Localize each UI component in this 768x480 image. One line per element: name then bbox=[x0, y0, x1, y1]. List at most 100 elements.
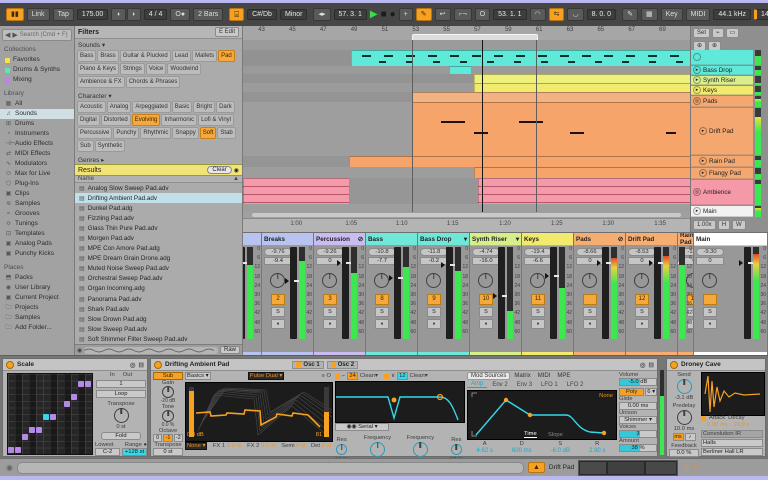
osc1-tab[interactable]: Osc 1 bbox=[292, 360, 324, 369]
track-name[interactable]: Flangy Pad bbox=[709, 170, 741, 177]
track-name[interactable]: Rain Pad bbox=[709, 158, 735, 165]
f2-freq-knob[interactable] bbox=[412, 442, 428, 457]
track-menu-icon[interactable]: ⊘ bbox=[358, 236, 363, 243]
fader-handle[interactable] bbox=[493, 293, 509, 299]
mod-top-tab[interactable]: Matrix bbox=[511, 373, 533, 379]
automation-arm-button[interactable]: ◠ bbox=[529, 8, 546, 21]
track-lane[interactable] bbox=[243, 40, 690, 50]
fader-handle[interactable] bbox=[441, 261, 457, 268]
pan-knob[interactable] bbox=[582, 273, 597, 288]
library-item[interactable]: ≋ Samples bbox=[0, 199, 74, 209]
volume-fader[interactable] bbox=[389, 247, 405, 339]
result-item[interactable]: ▤ Analog Slow Sweep Pad.adv bbox=[75, 183, 242, 193]
transpose-value[interactable]: 0 st bbox=[95, 424, 147, 430]
octave-minus1-button[interactable]: -1 bbox=[163, 434, 173, 442]
mod-sub-tab[interactable]: LFO 2 bbox=[563, 382, 588, 388]
sub-button[interactable]: Sub bbox=[153, 372, 183, 380]
place-item[interactable]: ◉ User Library bbox=[0, 283, 74, 293]
result-item[interactable]: ▤ MPE Dream Grain Drone.adg bbox=[75, 254, 242, 264]
name-column-header[interactable]: Name bbox=[78, 176, 94, 182]
solo-button[interactable]: S bbox=[323, 307, 337, 317]
play-button[interactable]: ▶ bbox=[370, 9, 378, 20]
meter-caret-icon[interactable]: ▾ bbox=[694, 464, 697, 471]
volume-fader[interactable] bbox=[649, 247, 665, 339]
back-to-arrangement-button[interactable]: ↩ bbox=[434, 8, 451, 21]
place-item[interactable]: ▣ Current Project bbox=[0, 293, 74, 303]
fader-handle[interactable] bbox=[337, 259, 353, 266]
edit-filters-button[interactable]: E Edit bbox=[214, 27, 239, 37]
wavetable-position-slider[interactable] bbox=[324, 387, 329, 437]
hot-swap-icon[interactable]: ◎ bbox=[130, 361, 136, 369]
solo-button[interactable]: S bbox=[271, 307, 285, 317]
draw-mode-button[interactable]: ✎ bbox=[415, 8, 432, 21]
mixer-track-name[interactable]: Breaks bbox=[262, 233, 313, 246]
poly-mode-select[interactable]: Poly bbox=[619, 388, 645, 396]
attack-value[interactable]: 0.00 ms bbox=[707, 422, 728, 428]
scale-in-select[interactable]: 1 bbox=[96, 380, 146, 388]
mod-top-tab[interactable]: Mod Sources bbox=[467, 372, 511, 380]
track-header[interactable] bbox=[691, 50, 753, 65]
volume-fader[interactable] bbox=[597, 247, 613, 339]
hot-swap-icon[interactable]: ◎ bbox=[640, 361, 646, 369]
track-fold-icon[interactable]: ◎ bbox=[693, 188, 701, 196]
arrangement-clip[interactable] bbox=[448, 66, 471, 74]
re-enable-automation-button[interactable]: ◡ bbox=[567, 8, 584, 21]
semi-value[interactable]: 0 st bbox=[296, 443, 305, 449]
grid-button[interactable]: ▦ bbox=[640, 8, 658, 21]
sub-tone-knob[interactable] bbox=[162, 410, 174, 422]
set-button[interactable]: Set bbox=[693, 28, 711, 38]
beat-time-ruler[interactable]: 43 45 47 49 51 53 55 57 59 61 63 65 67 6… bbox=[243, 26, 690, 42]
scale-note-cell[interactable] bbox=[43, 414, 50, 421]
raw-preview-button[interactable]: Raw bbox=[219, 346, 240, 354]
result-item[interactable]: ▤ Drifting Ambient Pad.adv bbox=[75, 193, 242, 204]
filter2-on-button[interactable] bbox=[383, 373, 389, 379]
decay-value[interactable]: 20.0 s bbox=[734, 422, 750, 428]
filter-tag[interactable]: Bass bbox=[77, 50, 97, 62]
arrangement-canvas[interactable] bbox=[243, 40, 690, 218]
mixer-track-name[interactable]: Pads ⊘ bbox=[574, 233, 625, 246]
library-item[interactable]: ▣ Clips bbox=[0, 189, 74, 199]
track-menu-icon[interactable]: ▾ bbox=[464, 236, 467, 243]
pen-button[interactable]: ✎ bbox=[622, 8, 638, 21]
mixer-track-name[interactable]: Percussion ⊘ bbox=[314, 233, 365, 246]
mixer-track-name[interactable]: Bass Drop ▾ bbox=[418, 233, 469, 246]
genres-section-header[interactable]: Genres ▸ bbox=[78, 156, 242, 164]
filter-tag[interactable]: Analog bbox=[106, 101, 132, 113]
f1-res-knob[interactable] bbox=[336, 444, 348, 455]
predelay-value[interactable]: 10.0 ms bbox=[669, 426, 699, 432]
volume-field[interactable]: -16.0 bbox=[472, 257, 500, 265]
arm-button[interactable]: ● bbox=[531, 319, 545, 329]
track-name[interactable]: Ambience bbox=[703, 189, 731, 196]
scale-note-cell[interactable] bbox=[50, 414, 57, 421]
pan-knob[interactable] bbox=[530, 273, 545, 288]
scale-root-menu[interactable]: C#/Db bbox=[247, 9, 277, 20]
fader-handle[interactable] bbox=[597, 259, 613, 266]
sort-icon[interactable]: ▲ bbox=[233, 176, 239, 182]
arm-button[interactable]: ● bbox=[635, 319, 649, 329]
sub-gain-knob[interactable] bbox=[162, 386, 174, 398]
arrangement-clip[interactable] bbox=[412, 102, 690, 156]
result-item[interactable]: ▤ Slow Sweep Pad.adv bbox=[75, 324, 242, 334]
device-on-button[interactable] bbox=[6, 360, 14, 369]
track-name[interactable]: Main bbox=[703, 208, 717, 215]
place-item[interactable]: 🗀 Add Folder... bbox=[0, 323, 74, 333]
volume-field[interactable]: 0 bbox=[696, 257, 724, 265]
result-item[interactable]: ▤ MPE Con Amore Pad.adg bbox=[75, 244, 242, 254]
track-fold-icon[interactable]: ▸ bbox=[693, 66, 701, 74]
volume-fader[interactable] bbox=[337, 247, 353, 339]
predelay-sync-button[interactable]: ♪ bbox=[684, 433, 696, 441]
scrollbar-thumb[interactable] bbox=[251, 213, 682, 217]
filter-tag[interactable]: Woodwind bbox=[167, 63, 202, 75]
collection-item[interactable]: Favorites bbox=[0, 55, 74, 65]
feedback-field[interactable]: 0.0 % bbox=[669, 449, 699, 457]
amount-field[interactable]: 38 % bbox=[619, 444, 657, 452]
mixer-track-name[interactable]: Main bbox=[694, 233, 767, 246]
arrangement-view[interactable]: 43 45 47 49 51 53 55 57 59 61 63 65 67 6… bbox=[243, 26, 690, 232]
wavetable-name-select[interactable]: Pulse Dual ▾ bbox=[247, 372, 285, 380]
filter-tag[interactable]: Voice bbox=[145, 63, 167, 75]
solo-button[interactable]: S bbox=[703, 307, 717, 317]
track-fold-icon[interactable] bbox=[693, 53, 701, 61]
filter1-circuit-select[interactable]: Clean▾ bbox=[360, 373, 378, 379]
record-button[interactable]: ● bbox=[390, 9, 396, 20]
wavetable-category-select[interactable]: Basics ▾ bbox=[185, 372, 211, 380]
